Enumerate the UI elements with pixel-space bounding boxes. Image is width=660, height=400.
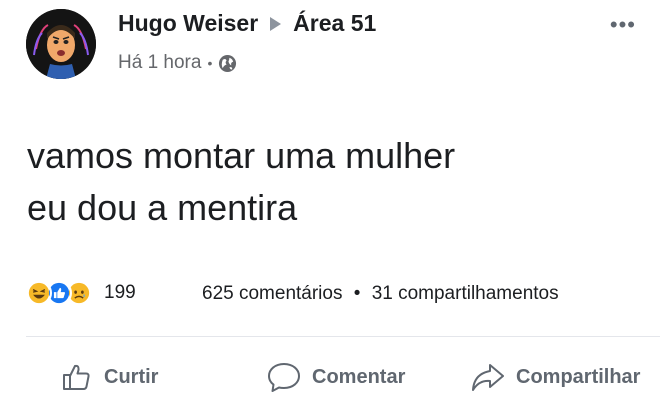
avatar-image (26, 9, 96, 79)
comment-label: Comentar (312, 365, 406, 388)
post-text-line: vamos montar uma mulher (27, 135, 456, 176)
shares-count[interactable]: 31 compartilhamentos (372, 283, 559, 304)
reactions-summary[interactable]: 199 (26, 280, 136, 306)
comments-count[interactable]: 625 comentários (202, 283, 342, 304)
meta-separator: • (207, 55, 213, 71)
reaction-icons (26, 280, 92, 306)
share-label: Compartilhar (516, 365, 641, 388)
arrow-right-icon (270, 16, 282, 31)
share-button[interactable]: Compartilhar (470, 360, 640, 394)
post-author-line: Hugo Weiser Área 51 (118, 10, 376, 37)
reaction-count: 199 (104, 282, 136, 303)
comment-icon (268, 363, 300, 392)
like-label: Curtir (104, 365, 159, 388)
share-icon (472, 364, 504, 391)
post-text-line: eu dou a mentira (27, 187, 298, 228)
globe-icon[interactable] (218, 54, 237, 73)
comment-button[interactable]: Comentar (266, 360, 405, 394)
avatar[interactable] (26, 9, 96, 79)
like-button[interactable]: Curtir (60, 360, 158, 394)
facebook-post: Hugo Weiser Área 51 Há 1 hora • ••• vamo… (0, 0, 660, 400)
stats-separator: • (353, 283, 361, 304)
group-name[interactable]: Área 51 (293, 10, 376, 37)
divider (26, 336, 660, 337)
post-stats: 625 comentários • 31 compartilhamentos (202, 283, 559, 305)
post-body: vamos montar uma mulher eu dou a mentira (27, 130, 455, 234)
post-meta: Há 1 hora • (118, 52, 237, 74)
post-timestamp[interactable]: Há 1 hora (118, 52, 201, 74)
haha-reaction-icon (26, 280, 52, 306)
more-options-icon[interactable]: ••• (610, 14, 636, 36)
thumbs-up-icon (63, 364, 90, 390)
author-name[interactable]: Hugo Weiser (118, 10, 258, 37)
